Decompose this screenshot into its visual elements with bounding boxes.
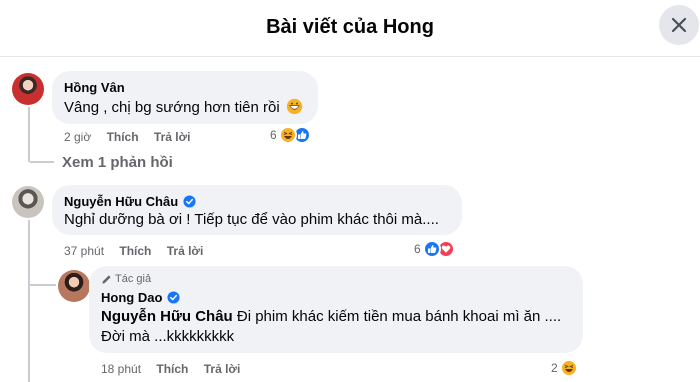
dialog-header: Bài viết của Hong bbox=[0, 0, 700, 57]
avatar[interactable] bbox=[12, 186, 44, 218]
close-button[interactable] bbox=[659, 5, 699, 45]
reply-text: Đi phim khác kiếm tiền mua bánh khoai mì… bbox=[232, 308, 562, 325]
close-icon bbox=[671, 17, 687, 33]
comment-time[interactable]: 18 phút bbox=[101, 362, 141, 376]
avatar[interactable] bbox=[12, 73, 44, 105]
view-replies-link[interactable]: Xem 1 phản hồi bbox=[62, 154, 173, 171]
like-reaction-icon bbox=[422, 240, 441, 258]
comment-time[interactable]: 37 phút bbox=[64, 244, 104, 258]
verified-badge-icon bbox=[167, 291, 180, 304]
author-name[interactable]: Nguyễn Hữu Châu bbox=[64, 194, 178, 209]
author-tag-label: Tác giả bbox=[115, 273, 152, 285]
reply-button[interactable]: Trả lời bbox=[154, 130, 191, 144]
comment-text: Nghỉ dưỡng bà ơi ! Tiếp tục để vào phim … bbox=[64, 211, 439, 228]
comment-text: Vâng , chị bg sướng hơn tiên rồi bbox=[64, 98, 303, 116]
pencil-icon bbox=[102, 274, 111, 284]
like-button[interactable]: Thích bbox=[119, 244, 151, 258]
thread-line bbox=[30, 284, 56, 286]
thread-line bbox=[30, 161, 54, 163]
author-tag: Tác giả bbox=[101, 273, 151, 285]
thread-line bbox=[28, 220, 30, 382]
avatar[interactable] bbox=[58, 270, 90, 302]
mention-link[interactable]: Nguyễn Hữu Châu bbox=[101, 308, 233, 325]
comment-author[interactable]: Hồng Vân bbox=[64, 80, 125, 95]
haha-reaction-icon bbox=[278, 126, 297, 144]
dialog-title: Bài viết của Hong bbox=[266, 16, 434, 38]
reply-text-line: Nguyễn Hữu Châu Đi phim khác kiếm tiền m… bbox=[101, 308, 561, 325]
comment-meta: 2 giờ Thích Trả lời bbox=[64, 130, 190, 144]
thread-line bbox=[28, 282, 30, 284]
grinning-emoji-icon bbox=[286, 98, 302, 115]
reaction-summary[interactable]: 2 bbox=[551, 359, 578, 377]
comment-time[interactable]: 2 giờ bbox=[64, 130, 91, 144]
comment-bubble: Nguyễn Hữu Châu Nghỉ dưỡng bà ơi ! Tiếp … bbox=[52, 185, 462, 235]
reaction-count: 6 bbox=[414, 242, 421, 256]
reply-button[interactable]: Trả lời bbox=[204, 362, 241, 376]
comment-bubble: Hồng Vân Vâng , chị bg sướng hơn tiên rồ… bbox=[52, 71, 318, 124]
reply-button[interactable]: Trả lời bbox=[167, 244, 204, 258]
reply-meta: 18 phút Thích Trả lời bbox=[101, 362, 240, 376]
author-name[interactable]: Hong Dao bbox=[101, 290, 162, 305]
reaction-summary[interactable]: 6 bbox=[270, 126, 311, 144]
like-button[interactable]: Thích bbox=[156, 362, 188, 376]
like-button[interactable]: Thích bbox=[107, 130, 139, 144]
verified-badge-icon bbox=[183, 195, 196, 208]
comment-text-content: Vâng , chị bg sướng hơn tiên rồi bbox=[64, 99, 280, 116]
reaction-summary[interactable]: 6 bbox=[414, 240, 455, 258]
haha-reaction-icon bbox=[559, 359, 578, 377]
author-name[interactable]: Hồng Vân bbox=[64, 80, 125, 95]
reply-text-line: Đời mà ...kkkkkkkkk bbox=[101, 328, 235, 345]
reaction-count: 6 bbox=[270, 128, 277, 142]
comment-author[interactable]: Nguyễn Hữu Châu bbox=[64, 194, 196, 209]
reaction-count: 2 bbox=[551, 361, 558, 375]
reply-author[interactable]: Hong Dao bbox=[101, 290, 180, 305]
comment-meta: 37 phút Thích Trả lời bbox=[64, 244, 203, 258]
thread-line bbox=[28, 107, 30, 162]
